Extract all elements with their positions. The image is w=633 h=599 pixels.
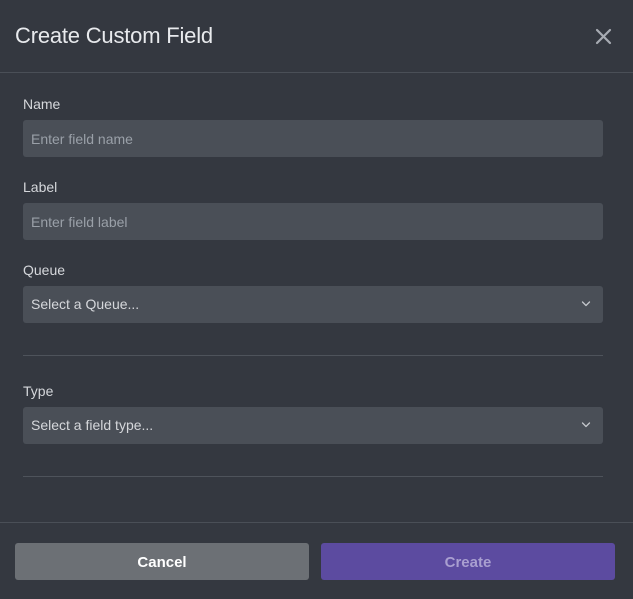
label-label: Label <box>23 179 58 195</box>
divider <box>23 355 603 356</box>
type-label: Type <box>23 383 54 399</box>
type-select[interactable]: Select a field type... <box>23 407 603 444</box>
chevron-down-icon <box>581 421 591 429</box>
queue-select[interactable]: Select a Queue... <box>23 286 603 323</box>
queue-label: Queue <box>23 262 66 278</box>
create-custom-field-dialog: Create Custom Field Name Label Queue Sel… <box>0 0 633 599</box>
divider <box>23 476 603 477</box>
close-icon <box>590 23 618 51</box>
footer-divider <box>0 522 633 523</box>
label-input[interactable] <box>23 203 603 240</box>
dialog-title: Create Custom Field <box>15 23 213 48</box>
dialog-header: Create Custom Field <box>0 0 633 73</box>
create-button[interactable]: Create <box>321 543 615 580</box>
queue-select-value: Select a Queue... <box>31 296 140 312</box>
close-button[interactable] <box>590 23 618 51</box>
name-input[interactable] <box>23 120 603 157</box>
cancel-button[interactable]: Cancel <box>15 543 309 580</box>
type-select-value: Select a field type... <box>31 417 154 433</box>
name-label: Name <box>23 96 61 112</box>
chevron-down-icon <box>581 300 591 308</box>
